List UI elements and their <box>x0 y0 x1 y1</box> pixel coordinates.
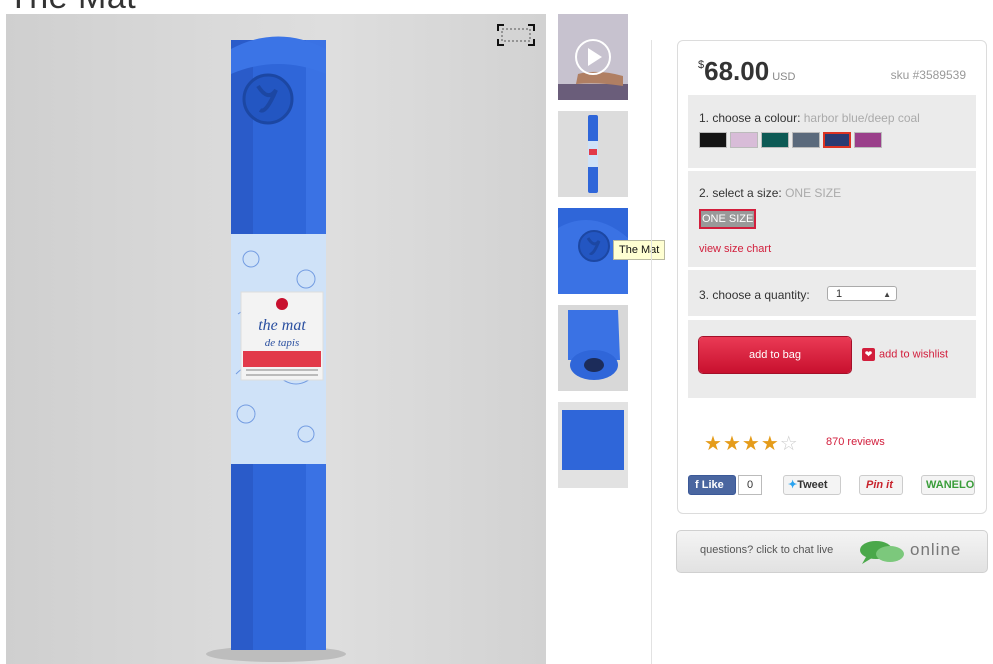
facebook-icon: f <box>695 479 699 491</box>
colour-swatch[interactable] <box>823 132 851 148</box>
currency-code: USD <box>772 71 796 83</box>
svg-text:de tapis: de tapis <box>265 337 300 349</box>
colour-swatch[interactable] <box>792 132 820 148</box>
tweet-button[interactable]: ✦Tweet <box>783 475 841 495</box>
main-product-image[interactable]: the mat de tapis <box>6 14 546 664</box>
quantity-section: 3. choose a quantity: 1 ▲ <box>688 270 976 316</box>
column-divider <box>651 40 652 664</box>
colour-swatch[interactable] <box>761 132 789 148</box>
colour-swatch[interactable] <box>854 132 882 148</box>
star-rating[interactable]: ★★★★☆ <box>704 431 799 456</box>
svg-text:the mat: the mat <box>258 317 306 334</box>
price-amount: 68.00 <box>704 56 770 86</box>
star-icon: ☆ <box>779 433 798 455</box>
size-chart-link[interactable]: view size chart <box>699 243 771 255</box>
colour-section: 1. choose a colour: harbor blue/deep coa… <box>688 95 976 168</box>
cart-actions-section: add to bag ❤ add to wishlist <box>688 320 976 398</box>
select-arrows-icon: ▲ <box>883 290 891 299</box>
colour-swatch[interactable] <box>730 132 758 148</box>
star-icon: ★ <box>741 433 760 455</box>
thumbnail-rolled-mat[interactable] <box>558 111 628 197</box>
live-chat-button[interactable]: questions? click to chat live online <box>676 530 988 573</box>
thumbnail-unrolled-mat[interactable] <box>558 305 628 391</box>
chat-bubbles-icon <box>860 541 904 564</box>
colour-swatches <box>699 132 885 150</box>
selected-size: ONE SIZE <box>785 186 842 200</box>
price: $68.00 USD <box>698 56 795 87</box>
selected-colour: harbor blue/deep coal <box>803 111 920 125</box>
add-to-wishlist-link[interactable]: ❤ add to wishlist <box>862 348 948 361</box>
star-icon: ★ <box>760 433 779 455</box>
like-count: 0 <box>738 475 762 495</box>
star-icon: ★ <box>722 433 741 455</box>
star-icon: ★ <box>704 433 722 455</box>
colour-swatch[interactable] <box>699 132 727 148</box>
size-label: 2. select a size: ONE SIZE <box>699 186 842 200</box>
size-section: 2. select a size: ONE SIZE ONE SIZE view… <box>688 171 976 267</box>
size-option-button[interactable]: ONE SIZE <box>699 209 757 229</box>
yoga-mat-illustration: the mat de tapis <box>206 36 346 662</box>
gift-icon: ❤ <box>862 348 875 361</box>
fullscreen-icon[interactable] <box>496 23 536 47</box>
chat-status: online <box>910 540 962 559</box>
thumbnail-tooltip: The Mat <box>613 240 666 260</box>
add-to-bag-button[interactable]: add to bag <box>699 337 851 373</box>
sku: sku #3589539 <box>890 68 966 82</box>
wanelo-button[interactable]: WANELO <box>921 475 975 495</box>
currency-symbol: $ <box>698 59 705 71</box>
thumbnail-flat-mat[interactable] <box>558 402 628 488</box>
reviews-link[interactable]: 870 reviews <box>826 436 885 448</box>
quantity-label: 3. choose a quantity: <box>699 288 810 302</box>
pinterest-button[interactable]: Pin it <box>859 475 903 495</box>
social-bar: f Like 0 ✦Tweet Pin it WANELO <box>688 475 978 497</box>
thumbnail-video[interactable] <box>558 14 628 100</box>
purchase-panel: $68.00 USD sku #3589539 1. choose a colou… <box>677 40 987 514</box>
colour-label: 1. choose a colour: harbor blue/deep coa… <box>699 111 920 125</box>
facebook-like-button[interactable]: f Like <box>688 475 736 495</box>
quantity-select[interactable]: 1 ▲ <box>827 286 897 301</box>
chat-question: questions? click to chat live <box>700 544 834 556</box>
twitter-icon: ✦ <box>788 479 798 491</box>
